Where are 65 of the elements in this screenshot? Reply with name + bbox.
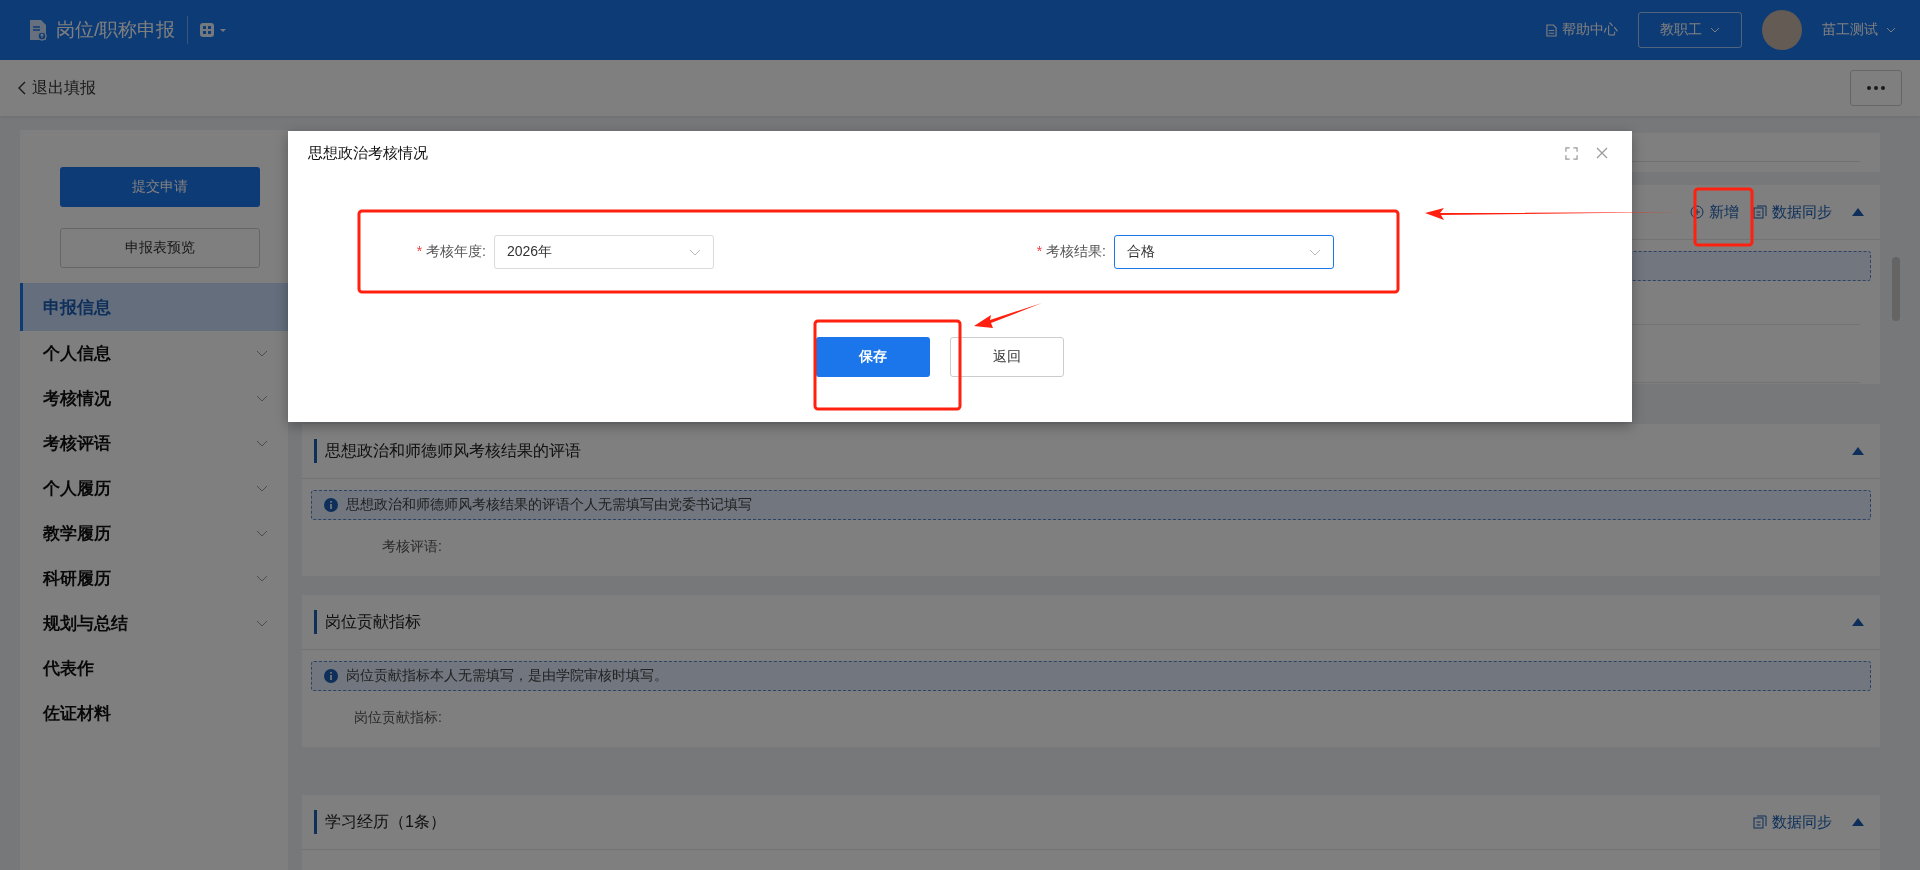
fullscreen-icon[interactable] xyxy=(1565,146,1578,160)
chevron-down-icon xyxy=(689,248,701,256)
collapse-icon[interactable] xyxy=(1852,618,1864,626)
submit-button[interactable]: 提交申请 xyxy=(60,167,260,207)
annotation-arrow xyxy=(974,303,1042,328)
collapse-icon[interactable] xyxy=(1852,447,1864,455)
sidebar-item[interactable]: 考核评语 xyxy=(20,421,288,466)
document-icon xyxy=(1546,23,1557,37)
document-upload-icon xyxy=(28,18,48,42)
chevron-down-icon xyxy=(256,530,268,537)
sidebar-item[interactable]: 个人履历 xyxy=(20,466,288,511)
avatar[interactable] xyxy=(1762,10,1802,50)
sidebar-item[interactable]: 佐证材料 xyxy=(20,691,288,736)
sidebar-item[interactable]: 规划与总结 xyxy=(20,601,288,646)
sidebar-item[interactable]: 教学履历 xyxy=(20,511,288,556)
close-icon[interactable] xyxy=(1596,147,1608,159)
chevron-down-icon xyxy=(256,395,268,402)
more-icon xyxy=(1867,86,1885,90)
dialog-title: 思想政治考核情况 xyxy=(308,143,428,163)
collapse-icon[interactable] xyxy=(1852,208,1864,217)
action-link[interactable]: 数据同步 xyxy=(1753,202,1832,222)
chevron-down-icon xyxy=(256,620,268,627)
info-icon xyxy=(324,498,338,512)
chevron-down-icon xyxy=(1309,248,1321,256)
chevron-down-icon xyxy=(256,485,268,492)
exit-link[interactable]: 退出填报 xyxy=(18,77,96,99)
annotation-box xyxy=(1693,187,1754,247)
field-label: 岗位贡献指标: xyxy=(353,709,442,727)
return-button[interactable]: 返回 xyxy=(950,337,1064,377)
field-label: * 考核结果: xyxy=(1035,243,1106,261)
chevron-down-icon xyxy=(256,350,268,357)
apps-menu-button[interactable] xyxy=(200,23,229,37)
section-title: 学习经历（1条） xyxy=(325,811,446,832)
select-field[interactable]: 2026年 xyxy=(494,235,714,269)
chevron-down-icon xyxy=(256,440,268,447)
more-button[interactable] xyxy=(1850,70,1902,106)
sidebar-item[interactable]: 个人信息 xyxy=(20,331,288,376)
collapse-icon[interactable] xyxy=(1852,818,1864,826)
app-title: 岗位/职称申报 xyxy=(56,18,176,42)
help-center-link[interactable]: 帮助中心 xyxy=(1546,21,1618,39)
chevron-down-icon xyxy=(1710,27,1720,33)
plus-circle-icon xyxy=(1690,205,1704,220)
preview-button[interactable]: 申报表预览 xyxy=(60,228,260,268)
copy-icon xyxy=(1753,815,1767,829)
sidebar-item[interactable]: 科研履历 xyxy=(20,556,288,601)
sidebar-item[interactable]: 申报信息 xyxy=(20,283,288,331)
chevron-left-icon xyxy=(18,81,26,95)
chevron-down-icon xyxy=(1886,27,1896,33)
sidebar-item[interactable]: 考核情况 xyxy=(20,376,288,421)
select-field[interactable]: 合格 xyxy=(1114,235,1334,269)
field-label: 考核评语: xyxy=(381,538,442,556)
info-icon xyxy=(324,669,338,683)
copy-icon xyxy=(1753,205,1767,220)
sidebar-item[interactable]: 代表作 xyxy=(20,646,288,691)
section-title: 思想政治和师德师风考核结果的评语 xyxy=(325,440,581,461)
notice-text: 岗位贡献指标本人无需填写，是由学院审核时填写。 xyxy=(346,667,668,685)
field-label: * 考核年度: xyxy=(415,243,486,261)
notice-text: 思想政治和师德师风考核结果的评语个人无需填写由党委书记填写 xyxy=(346,496,752,514)
action-link[interactable]: 数据同步 xyxy=(1753,812,1832,832)
chevron-down-icon xyxy=(256,575,268,582)
save-button[interactable]: 保存 xyxy=(816,337,930,377)
user-menu[interactable]: 苗工测试 xyxy=(1822,21,1896,39)
role-dropdown[interactable]: 教职工 xyxy=(1638,12,1742,48)
section-title: 岗位贡献指标 xyxy=(325,611,421,632)
action-link[interactable]: 新增 xyxy=(1690,202,1739,222)
